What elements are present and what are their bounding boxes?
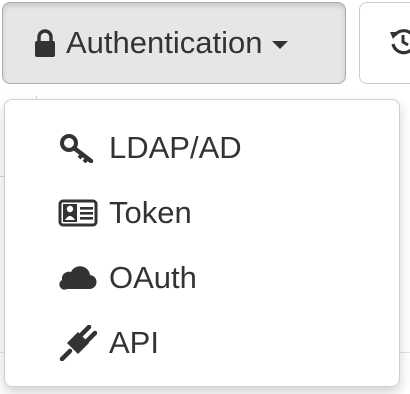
authentication-label: Authentication: [66, 25, 263, 60]
lock-icon: [34, 28, 56, 58]
authentication-menu: LDAP/AD Token OAuth API: [4, 99, 400, 387]
menu-item-label: API: [109, 324, 159, 360]
menu-item-oauth[interactable]: OAuth: [5, 245, 399, 310]
menu-item-token[interactable]: Token: [5, 180, 399, 245]
history-icon: [388, 26, 410, 61]
cloud-icon: [57, 258, 99, 298]
menu-item-api[interactable]: API: [5, 310, 399, 375]
menu-item-label: LDAP/AD: [109, 129, 242, 165]
history-button[interactable]: [359, 2, 410, 84]
authentication-dropdown-button[interactable]: Authentication: [2, 2, 346, 84]
menu-item-ldap[interactable]: LDAP/AD: [5, 115, 399, 180]
plug-icon: [57, 323, 99, 363]
key-icon: [57, 128, 99, 168]
menu-item-label: OAuth: [109, 259, 197, 295]
page: Authentication LDAP/AD Token OAuth API: [0, 0, 410, 394]
caret-down-icon: [272, 41, 289, 49]
id-card-icon: [57, 193, 99, 233]
menu-item-label: Token: [109, 194, 192, 230]
